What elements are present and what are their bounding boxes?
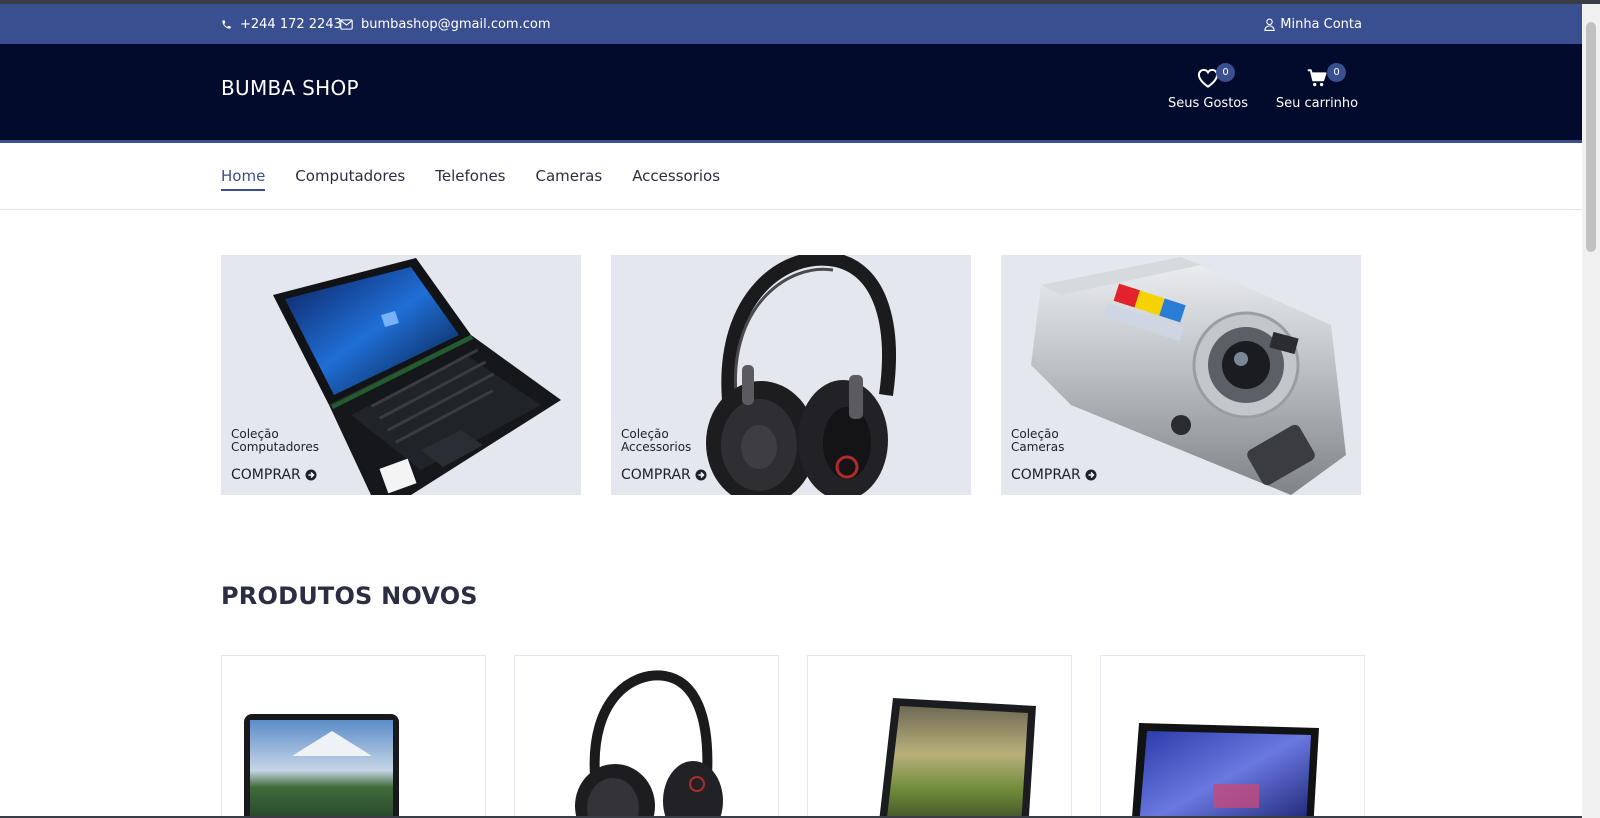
cart-icon: [1307, 69, 1327, 87]
camera-image: [1031, 257, 1346, 495]
comprar-cameras-link[interactable]: COMPRAR: [1011, 467, 1097, 483]
product-card[interactable]: [514, 655, 779, 818]
envelope-icon: [340, 18, 353, 30]
wishlist-label: Seus Gostos: [1168, 96, 1249, 111]
my-account-label: Minha Conta: [1280, 16, 1362, 32]
collection-computadores[interactable]: Coleção Computadores COMPRAR: [221, 255, 581, 495]
cart-button[interactable]: 0 Seu carrinho: [1275, 63, 1359, 111]
wishlist-button[interactable]: 0 Seus Gostos: [1168, 63, 1249, 111]
arrow-circle-right-icon: [695, 469, 707, 481]
headphones-image: [706, 255, 896, 495]
headphones-product-image: [575, 670, 723, 818]
wishlist-count-badge: 0: [1216, 63, 1235, 82]
cart-label: Seu carrinho: [1275, 96, 1359, 111]
arrow-circle-right-icon: [305, 469, 317, 481]
collection-caption: Coleção Accessorios: [621, 428, 691, 454]
phone-link[interactable]: +244 172 2243: [221, 4, 342, 44]
section-title: PRODUTOS NOVOS: [221, 582, 478, 610]
collection-caption: Coleção Cameras: [1011, 428, 1064, 454]
comprar-accessorios-link[interactable]: COMPRAR: [621, 467, 707, 483]
nav-item-computadores[interactable]: Computadores: [295, 167, 405, 191]
phone-icon: [222, 19, 231, 29]
cart-count-badge: 0: [1327, 63, 1346, 82]
phone-text: +244 172 2243: [240, 16, 342, 32]
arrow-circle-right-icon: [1085, 469, 1097, 481]
product-card[interactable]: [221, 655, 486, 818]
nav-item-cameras[interactable]: Cameras: [536, 167, 603, 191]
collection-caption-line2: Computadores: [231, 440, 319, 454]
collection-cameras[interactable]: Coleção Cameras COMPRAR: [1001, 255, 1361, 495]
tablet-product-image: [1131, 723, 1319, 818]
product-card[interactable]: [1100, 655, 1365, 818]
nav-item-home[interactable]: Home: [221, 167, 266, 191]
collection-caption: Coleção Computadores: [231, 428, 319, 454]
top-bar: +244 172 2243 bumbashop@gmail.com.com Mi…: [0, 4, 1582, 44]
vertical-scrollbar[interactable]: [1582, 4, 1600, 818]
comprar-computadores-link[interactable]: COMPRAR: [231, 467, 317, 483]
email-link[interactable]: bumbashop@gmail.com.com: [340, 4, 551, 44]
comprar-label: COMPRAR: [621, 467, 691, 483]
comprar-label: COMPRAR: [231, 467, 301, 483]
email-text: bumbashop@gmail.com.com: [361, 16, 551, 32]
site-logo[interactable]: BUMBA SHOP: [221, 76, 359, 100]
collection-caption-line2: Cameras: [1011, 440, 1065, 454]
collection-accessorios[interactable]: Coleção Accessorios COMPRAR: [611, 255, 971, 495]
my-account-link[interactable]: Minha Conta: [1264, 4, 1362, 44]
user-icon: [1264, 18, 1275, 31]
product-card[interactable]: [807, 655, 1072, 818]
main-header: BUMBA SHOP 0 Seus Gostos 0 Seu carrinho: [0, 44, 1582, 143]
scrollbar-thumb[interactable]: [1586, 22, 1596, 252]
macbook-product-image: [879, 698, 1036, 818]
nav-item-telefones[interactable]: Telefones: [435, 167, 505, 191]
laptop-product-image: [244, 714, 399, 818]
comprar-label: COMPRAR: [1011, 467, 1081, 483]
main-navigation: Home Computadores Telefones Cameras Acce…: [0, 143, 1582, 210]
nav-item-accessorios[interactable]: Accessorios: [632, 167, 720, 191]
laptop-image: [273, 258, 561, 495]
collection-caption-line2: Accessorios: [621, 440, 692, 454]
